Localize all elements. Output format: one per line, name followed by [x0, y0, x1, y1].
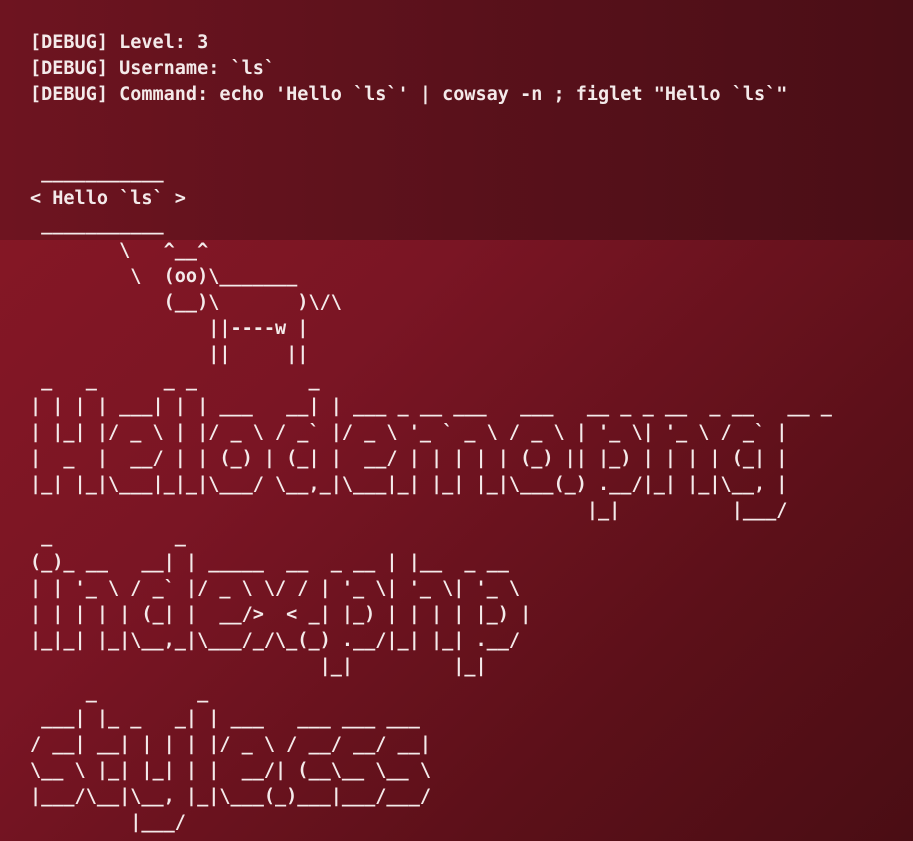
debug-level-line: [DEBUG] Level: 3: [30, 32, 209, 53]
debug-log: [DEBUG] Level: 3 [DEBUG] Username: `ls` …: [30, 30, 900, 108]
cowsay-output: ___________ < Hello `ls` > ___________ \…: [30, 162, 342, 365]
debug-username-line: [DEBUG] Username: `ls`: [30, 58, 276, 79]
terminal-output: [DEBUG] Level: 3 [DEBUG] Username: `ls` …: [30, 30, 900, 836]
debug-command-line: [DEBUG] Command: echo 'Hello `ls`' | cow…: [30, 84, 788, 105]
figlet-output: _ _ _ _ _ | | | | ___| | | ___ __| | ___…: [30, 370, 832, 833]
